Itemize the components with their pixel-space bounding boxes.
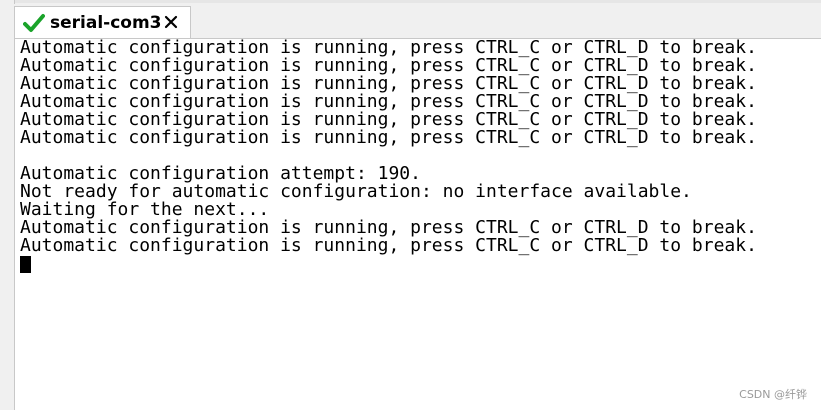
tab-bar: serial-com3 bbox=[14, 4, 821, 38]
window-top-border bbox=[0, 0, 821, 3]
cursor-line bbox=[20, 255, 757, 273]
left-panel-strip bbox=[0, 0, 15, 410]
terminal-line: Automatic configuration is running, pres… bbox=[20, 235, 757, 256]
tab-label: serial-com3 bbox=[50, 12, 162, 33]
watermark: CSDN @纤铧 bbox=[739, 388, 807, 401]
terminal-output[interactable]: Automatic configuration is running, pres… bbox=[15, 38, 821, 410]
close-icon[interactable] bbox=[162, 13, 180, 31]
tab-serial-com3[interactable]: serial-com3 bbox=[14, 6, 191, 38]
terminal-text: Automatic configuration is running, pres… bbox=[20, 39, 757, 273]
terminal-cursor bbox=[20, 256, 31, 273]
terminal-line: Automatic configuration is running, pres… bbox=[20, 127, 757, 148]
terminal-window: serial-com3 Automatic configuration is r… bbox=[0, 0, 821, 410]
check-icon bbox=[23, 12, 45, 34]
